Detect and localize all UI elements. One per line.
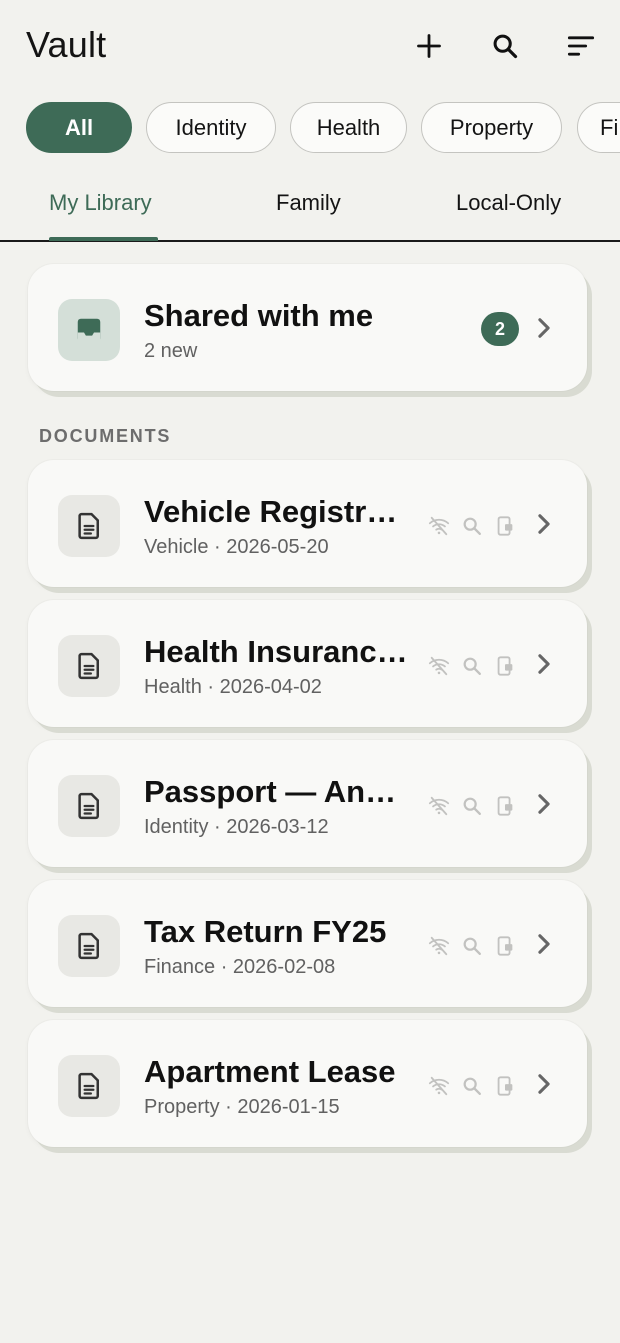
search-icon (459, 513, 485, 539)
chip-label: Property (449, 114, 534, 140)
device-lock-icon (492, 793, 518, 819)
library-tabs: My Library Family Local-Only (0, 170, 620, 242)
shared-subtitle: 2 new (144, 340, 198, 362)
document-icon (78, 652, 99, 680)
chevron-right-icon (533, 1070, 555, 1098)
document-subtitle: Identity · 2026-03-12 (144, 816, 329, 838)
document-status-icons (426, 653, 525, 679)
chip-label: Health (316, 114, 381, 140)
chip-health[interactable]: Health (290, 102, 407, 153)
offline-icon (426, 1073, 452, 1099)
new-count-badge: 2 (481, 312, 519, 346)
tab-indicator (49, 237, 158, 241)
chevron-right-icon (533, 314, 555, 342)
offline-icon (426, 933, 452, 959)
document-title: Passport — Anaya (144, 774, 412, 809)
chip-identity[interactable]: Identity (146, 102, 276, 153)
document-icon (78, 512, 99, 540)
vault-app: Vault All Identity Health Property Fi My… (0, 0, 620, 1343)
tab-family[interactable]: Family (276, 190, 341, 216)
offline-icon (426, 513, 452, 539)
document-title: Tax Return FY25 (144, 914, 387, 949)
chip-label: Fi (600, 114, 619, 140)
chip-property[interactable]: Property (421, 102, 562, 153)
document-icon-tile (58, 775, 120, 837)
document-subtitle: Property · 2026-01-15 (144, 1096, 340, 1118)
shared-with-me-card[interactable]: Shared with me 2 new 2 (28, 264, 587, 391)
document-status-icons (426, 793, 525, 819)
offline-icon (426, 653, 452, 679)
shared-icon-tile (58, 299, 120, 361)
document-icon (78, 932, 99, 960)
tab-local-only[interactable]: Local-Only (456, 190, 561, 216)
chip-label: Identity (175, 114, 247, 140)
search-icon (459, 933, 485, 959)
document-icon-tile (58, 495, 120, 557)
device-lock-icon (492, 1073, 518, 1099)
inbox-icon (77, 318, 101, 342)
device-lock-icon (492, 933, 518, 959)
document-subtitle: Vehicle · 2026-05-20 (144, 536, 329, 558)
chevron-right-icon (533, 510, 555, 538)
chevron-right-icon (533, 930, 555, 958)
document-status-icons (426, 1073, 525, 1099)
documents-section-label: DOCUMENTS (39, 426, 172, 446)
device-lock-icon (492, 653, 518, 679)
chevron-right-icon (533, 790, 555, 818)
chip-all[interactable]: All (26, 102, 132, 153)
search-icon (493, 34, 518, 59)
add-button[interactable] (405, 22, 453, 70)
chevron-right-icon (533, 650, 555, 678)
device-lock-icon (492, 513, 518, 539)
tab-my-library[interactable]: My Library (49, 190, 152, 216)
document-card-tax-return[interactable]: Tax Return FY25 Finance · 2026-02-08 (28, 880, 587, 1007)
document-subtitle: Finance · 2026-02-08 (144, 956, 336, 978)
chip-label: All (64, 114, 94, 140)
document-icon-tile (58, 915, 120, 977)
document-card-health-insurance[interactable]: Health Insurance Policy Health · 2026-04… (28, 600, 587, 727)
document-icon (78, 1072, 99, 1100)
document-subtitle: Health · 2026-04-02 (144, 676, 322, 698)
filter-chips: All Identity Health Property Fi (0, 102, 620, 154)
document-icon (78, 792, 99, 820)
document-title: Vehicle Registration (144, 494, 412, 529)
sort-button[interactable] (557, 22, 605, 70)
document-title: Apartment Lease (144, 1054, 396, 1089)
document-status-icons (426, 513, 525, 539)
document-status-icons (426, 933, 525, 959)
document-title: Health Insurance Policy (144, 634, 412, 669)
shared-title: Shared with me (144, 298, 374, 333)
page-title: Vault (26, 24, 107, 65)
sort-icon (567, 36, 595, 56)
search-icon (459, 653, 485, 679)
document-card-passport[interactable]: Passport — Anaya Identity · 2026-03-12 (28, 740, 587, 867)
plus-icon (417, 34, 441, 58)
document-card-vehicle-registration[interactable]: Vehicle Registration Vehicle · 2026-05-2… (28, 460, 587, 587)
document-icon-tile (58, 635, 120, 697)
chip-finance[interactable]: Fi (577, 102, 620, 153)
search-icon (459, 1073, 485, 1099)
document-card-apartment-lease[interactable]: Apartment Lease Property · 2026-01-15 (28, 1020, 587, 1147)
document-icon-tile (58, 1055, 120, 1117)
search-icon (459, 793, 485, 819)
offline-icon (426, 793, 452, 819)
app-header: Vault (0, 0, 620, 92)
search-button[interactable] (481, 22, 529, 70)
